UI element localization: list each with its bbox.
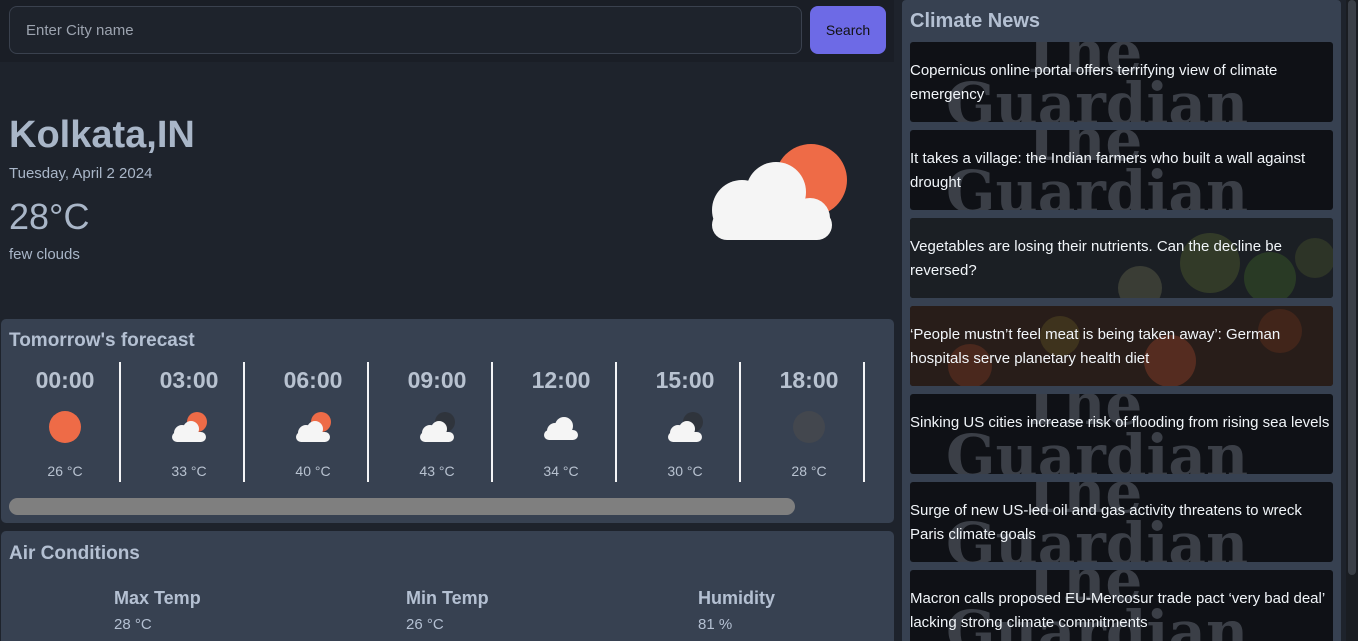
news-headline[interactable]: Vegetables are losing their nutrients. C… xyxy=(910,235,1333,283)
forecast-temp: 26 °C xyxy=(47,463,83,479)
forecast-temp: 28 °C xyxy=(791,463,827,479)
forecast-divider xyxy=(367,362,369,482)
news-headline[interactable]: It takes a village: the Indian farmers w… xyxy=(910,147,1333,195)
news-card[interactable]: The Guardian Macron calls proposed EU-Me… xyxy=(910,570,1333,641)
current-date: Tuesday, April 2 2024 xyxy=(9,165,153,182)
humidity-label: Humidity xyxy=(698,588,776,608)
forecast-item: 18:00 28 °C xyxy=(747,361,871,483)
forecast-time: 12:00 xyxy=(531,367,591,393)
forecast-item: 06:00 40 °C xyxy=(251,361,375,483)
moon-icon xyxy=(793,411,825,443)
news-headline[interactable]: Copernicus online portal offers terrifyi… xyxy=(910,59,1333,107)
forecast-time: 15:00 xyxy=(655,367,715,393)
search-bar: Search xyxy=(0,0,894,62)
news-card[interactable]: The Guardian It takes a village: the Ind… xyxy=(910,130,1333,210)
forecast-divider xyxy=(863,362,865,482)
search-button[interactable]: Search xyxy=(810,6,886,54)
forecast-divider xyxy=(243,362,245,482)
sun-icon xyxy=(49,411,81,443)
current-temperature: 28°C xyxy=(9,196,90,237)
forecast-panel: Tomorrow's forecast 00:00 26 °C 03:00 33… xyxy=(1,319,894,523)
climate-news-panel: Climate News The Guardian Copernicus onl… xyxy=(902,0,1341,641)
forecast-scrollbar[interactable] xyxy=(9,498,795,515)
news-headline[interactable]: ‘People mustn’t feel meat is being taken… xyxy=(910,323,1333,371)
forecast-temp: 30 °C xyxy=(667,463,703,479)
news-headline[interactable]: Sinking US cities increase risk of flood… xyxy=(910,411,1333,435)
forecast-item: 00:00 26 °C xyxy=(3,361,127,483)
forecast-temp: 34 °C xyxy=(543,463,579,479)
cloud-sun-icon xyxy=(172,412,207,442)
air-conditions-title: Air Conditions xyxy=(9,543,140,564)
city-name: Kolkata,IN xyxy=(9,114,195,156)
forecast-temp: 43 °C xyxy=(419,463,455,479)
cloud-sun-icon xyxy=(296,412,331,442)
forecast-divider xyxy=(739,362,741,482)
air-conditions-panel: Air Conditions Max Temp 28 °C Min Temp 2… xyxy=(1,531,894,641)
news-card[interactable]: The Guardian Surge of new US-led oil and… xyxy=(910,482,1333,562)
forecast-time: 00:00 xyxy=(35,367,95,393)
climate-news-title: Climate News xyxy=(910,10,1041,32)
forecast-item: 03:00 33 °C xyxy=(127,361,251,483)
forecast-divider xyxy=(491,362,493,482)
news-card[interactable]: The Guardian Copernicus online portal of… xyxy=(910,42,1333,122)
forecast-divider xyxy=(119,362,121,482)
cloud-icon xyxy=(544,417,578,440)
few-clouds-day-icon xyxy=(712,144,847,240)
min-temp-label: Min Temp xyxy=(406,588,489,608)
forecast-time: 03:00 xyxy=(159,367,219,393)
forecast-temp: 33 °C xyxy=(171,463,207,479)
max-temp-label: Max Temp xyxy=(114,588,201,608)
news-headline[interactable]: Macron calls proposed EU-Mercosur trade … xyxy=(910,587,1333,635)
humidity-value: 81 % xyxy=(698,616,733,633)
city-search-input[interactable] xyxy=(9,6,802,54)
news-card[interactable]: Vegetables are losing their nutrients. C… xyxy=(910,218,1333,298)
news-card[interactable]: ‘People mustn’t feel meat is being taken… xyxy=(910,306,1333,386)
forecast-item: 09:00 43 °C xyxy=(375,361,499,483)
cloud-moon-icon xyxy=(668,412,703,442)
news-card[interactable]: The Guardian Sinking US cities increase … xyxy=(910,394,1333,474)
forecast-divider xyxy=(615,362,617,482)
weather-description: few clouds xyxy=(9,246,80,263)
max-temp-value: 28 °C xyxy=(114,616,152,633)
forecast-title: Tomorrow's forecast xyxy=(9,330,195,351)
page-scrollbar-thumb[interactable] xyxy=(1348,0,1356,575)
min-temp-value: 26 °C xyxy=(406,616,444,633)
cloud-moon-icon xyxy=(420,412,455,442)
news-headline[interactable]: Surge of new US-led oil and gas activity… xyxy=(910,499,1333,547)
forecast-temp: 40 °C xyxy=(295,463,331,479)
forecast-time: 06:00 xyxy=(283,367,343,393)
page-scrollbar[interactable] xyxy=(1346,0,1358,641)
forecast-time: 18:00 xyxy=(779,367,839,393)
forecast-time: 09:00 xyxy=(407,367,467,393)
forecast-item: 12:00 34 °C xyxy=(499,361,623,483)
forecast-item: 15:00 30 °C xyxy=(623,361,747,483)
